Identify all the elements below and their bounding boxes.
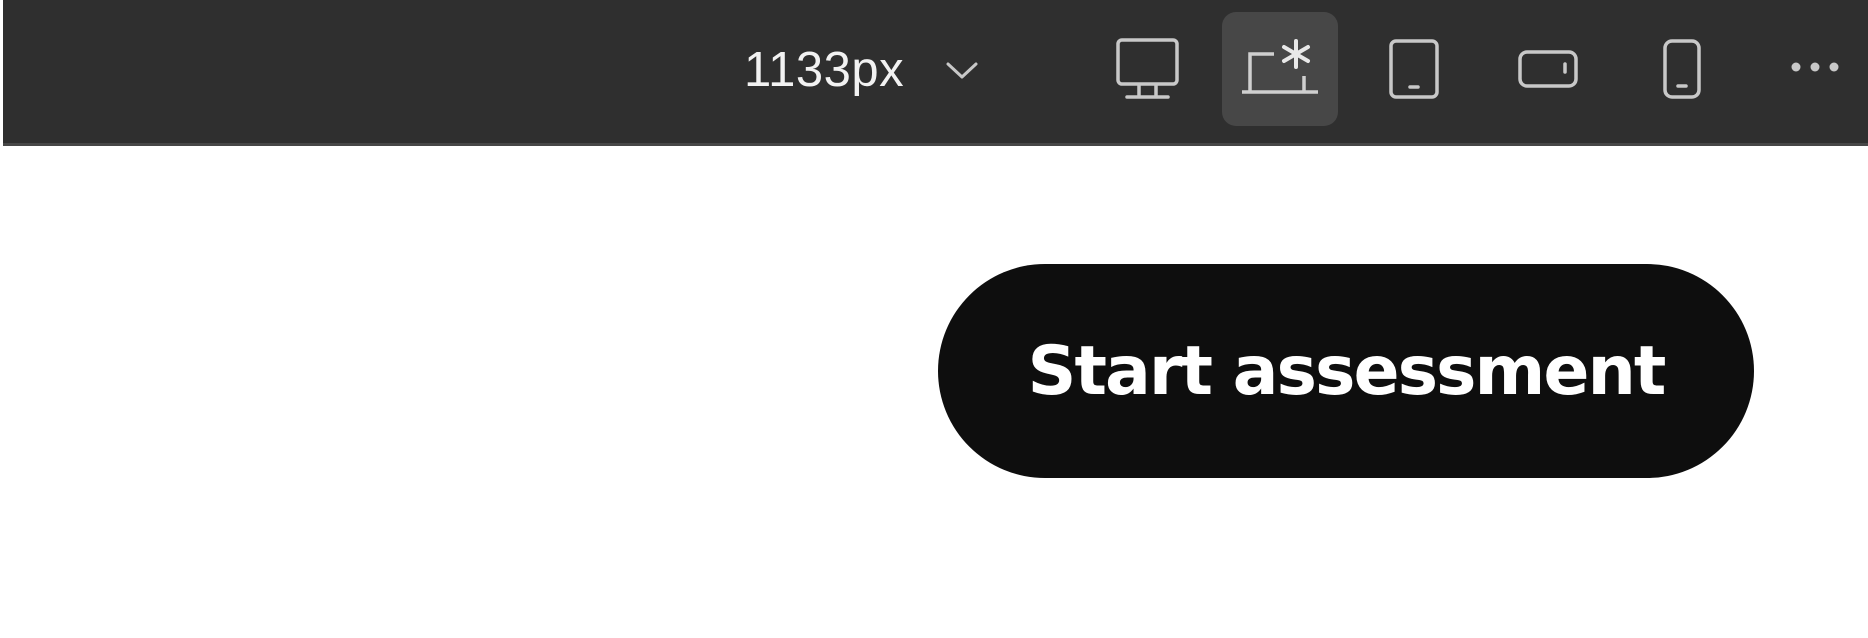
mobile-landscape-icon [1517,48,1579,90]
device-tablet-button[interactable] [1356,12,1472,126]
device-laptop-button[interactable] [1222,12,1338,126]
more-horizontal-icon [1790,60,1840,78]
chevron-down-icon [944,58,980,82]
device-desktop-button[interactable] [1090,12,1206,126]
desktop-icon [1115,36,1181,102]
tablet-portrait-icon [1387,38,1441,100]
breakpoint-select[interactable]: 1133px [744,30,980,110]
toolbar-edge [0,0,3,146]
mobile-portrait-icon [1661,38,1703,100]
device-mobile-landscape-button[interactable] [1490,12,1606,126]
more-options-button[interactable] [1780,34,1850,104]
start-assessment-button[interactable]: Start assessment [938,264,1754,478]
responsive-toolbar: 1133px [0,0,1868,146]
laptop-primary-icon [1238,36,1322,102]
device-mobile-portrait-button[interactable] [1624,12,1740,126]
breakpoint-value: 1133px [744,43,905,97]
